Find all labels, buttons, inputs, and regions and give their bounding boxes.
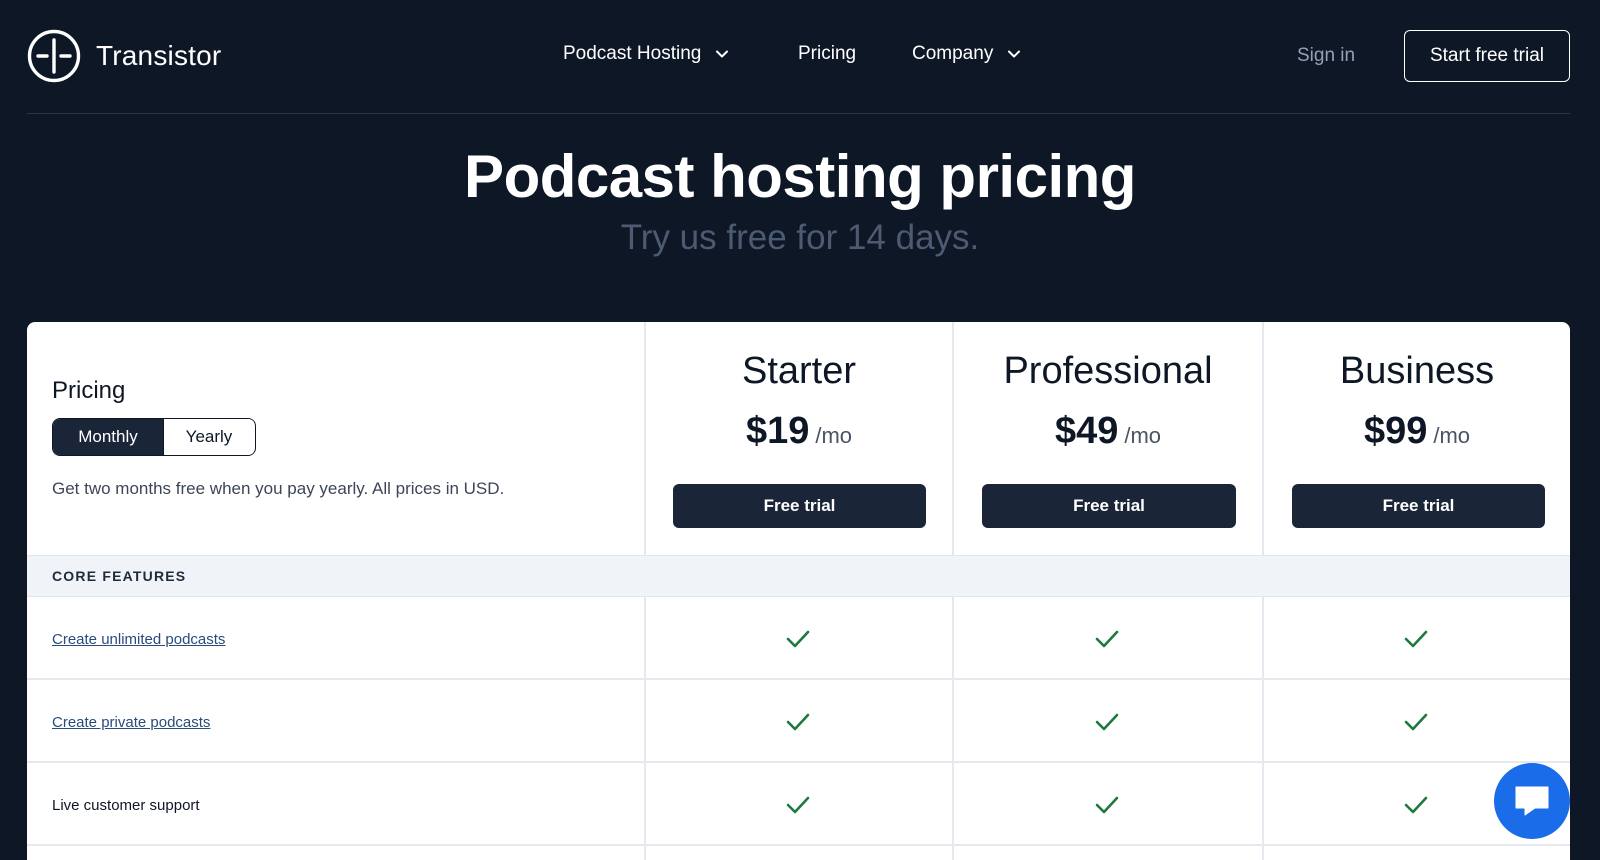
- plan-amount: $99: [1363, 410, 1428, 452]
- pricing-table: Pricing Monthly Yearly Get two months fr…: [27, 322, 1570, 860]
- plan-unit: /mo: [1124, 423, 1162, 448]
- check-icon: [786, 796, 810, 814]
- plan-unit: /mo: [815, 423, 853, 448]
- plan-starter: Starter $19 /mo Free trial: [646, 322, 952, 554]
- header-divider: [27, 113, 1570, 114]
- check-icon: [786, 630, 810, 648]
- plan-amount: $49: [1054, 410, 1119, 452]
- feature-row: Create unlimited podcasts: [27, 598, 1570, 680]
- nav-label: Pricing: [798, 43, 857, 64]
- section-header: CORE FEATURES: [27, 555, 1570, 597]
- plan-price: $99 /mo: [1264, 410, 1570, 453]
- pricing-note: Get two months free when you pay yearly.…: [52, 479, 505, 498]
- check-icon: [1404, 796, 1428, 814]
- check-icon: [786, 713, 810, 731]
- toggle-monthly[interactable]: Monthly: [53, 419, 163, 455]
- pricing-heading: Pricing: [52, 377, 126, 404]
- feature-link-unlimited-podcasts[interactable]: Create unlimited podcasts: [52, 631, 225, 648]
- start-free-trial-button[interactable]: Start free trial: [1404, 30, 1570, 82]
- plan-name: Business: [1339, 350, 1495, 392]
- feature-label-live-support: Live customer support: [52, 797, 200, 814]
- section-label: CORE FEATURES: [52, 568, 187, 584]
- check-icon: [1095, 713, 1119, 731]
- plan-name: Starter: [741, 350, 857, 392]
- nav-label: Company: [912, 43, 994, 64]
- plan-price: $19 /mo: [646, 410, 952, 453]
- check-icon: [1095, 796, 1119, 814]
- check-icon: [1095, 630, 1119, 648]
- professional-free-trial-button[interactable]: Free trial: [982, 484, 1236, 528]
- plan-business: Business $99 /mo Free trial: [1264, 322, 1570, 554]
- chat-widget-button[interactable]: [1494, 763, 1570, 839]
- nav-pricing[interactable]: Pricing: [798, 43, 856, 65]
- plan-amount: $19: [745, 410, 810, 452]
- feature-row: Live customer support: [27, 764, 1570, 846]
- page-title: Podcast hosting pricing: [464, 143, 1136, 210]
- chevron-down-icon: [716, 50, 729, 58]
- check-icon: [1404, 630, 1428, 648]
- page-subtitle: Try us free for 14 days.: [620, 218, 980, 257]
- main-nav: Podcast Hosting Pricing Company: [0, 43, 1600, 73]
- toggle-yearly[interactable]: Yearly: [163, 419, 254, 455]
- nav-label: Podcast Hosting: [563, 43, 702, 64]
- check-icon: [1404, 713, 1428, 731]
- nav-company[interactable]: Company: [912, 43, 1021, 65]
- chat-bubble-icon: [1515, 786, 1549, 816]
- plan-unit: /mo: [1433, 423, 1471, 448]
- site-header: Transistor Podcast Hosting Pricing Compa…: [0, 0, 1600, 114]
- feature-link-private-podcasts[interactable]: Create private podcasts: [52, 714, 210, 731]
- business-free-trial-button[interactable]: Free trial: [1292, 484, 1545, 528]
- plan-name: Professional: [1003, 350, 1213, 392]
- sign-in-link[interactable]: Sign in: [1297, 45, 1355, 67]
- plan-price: $49 /mo: [954, 410, 1262, 453]
- chevron-down-icon: [1008, 50, 1021, 58]
- billing-toggle: Monthly Yearly: [52, 418, 256, 456]
- starter-free-trial-button[interactable]: Free trial: [673, 484, 926, 528]
- plan-professional: Professional $49 /mo Free trial: [954, 322, 1262, 554]
- feature-row: Create private podcasts: [27, 681, 1570, 763]
- nav-podcast-hosting[interactable]: Podcast Hosting: [563, 43, 729, 65]
